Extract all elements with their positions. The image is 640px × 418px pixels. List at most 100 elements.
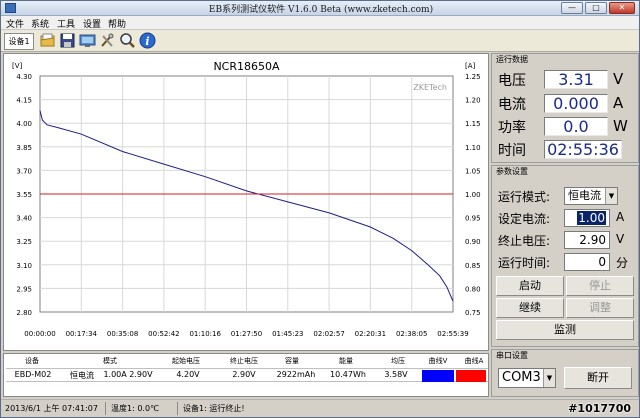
open-icon[interactable]	[39, 32, 56, 49]
menu-file[interactable]: 文件	[6, 17, 24, 30]
minimize-button[interactable]: —	[561, 2, 583, 14]
port-select[interactable]: COM3 ▼	[498, 368, 556, 388]
power-label: 功率	[498, 120, 526, 136]
monitor-button[interactable]: 监测	[496, 320, 634, 340]
set-current-value: 1.00	[577, 211, 606, 225]
voltage-label: 电压	[498, 73, 526, 89]
tools-icon[interactable]	[99, 32, 116, 49]
menu-settings[interactable]: 设置	[83, 17, 101, 30]
y-tick-label: 2.95	[16, 285, 32, 293]
table-cell: 10.47Wh	[330, 370, 366, 379]
y-tick-label: 2.80	[16, 309, 32, 317]
table-header: 起始电压	[172, 357, 200, 365]
close-button[interactable]: ✕	[609, 2, 635, 14]
y2-tick-label: 0.85	[465, 262, 481, 270]
x-tick-label: 02:55:39	[437, 330, 468, 338]
svg-text:i: i	[145, 35, 149, 48]
left-axis-unit: [V]	[12, 62, 23, 70]
menu-tools[interactable]: 工具	[57, 17, 75, 30]
x-tick-label: 02:02:57	[313, 330, 344, 338]
x-tick-label: 01:10:16	[189, 330, 221, 338]
zoom-icon[interactable]	[119, 32, 136, 49]
toolbar: 设备1 i	[1, 30, 639, 52]
x-tick-label: 01:27:50	[231, 330, 262, 338]
mode-select-value: 恒电流	[568, 189, 601, 202]
stop-voltage-label: 终止电压:	[498, 234, 551, 248]
status-temperature: 温度1: 0.0℃	[111, 404, 160, 413]
device-tab[interactable]: 设备1	[4, 33, 34, 50]
current-value: 0.000	[544, 94, 608, 113]
voltage-unit: V	[613, 70, 624, 88]
curve-v-swatch[interactable]	[422, 370, 454, 382]
start-button[interactable]: 启动	[496, 276, 564, 296]
chevron-down-icon[interactable]: ▼	[543, 369, 555, 387]
status-divider	[105, 402, 106, 415]
info-icon[interactable]: i	[139, 32, 156, 49]
serial-title: 串口设置	[496, 351, 528, 360]
table-header: 能量	[339, 357, 353, 365]
y-tick-label: 3.55	[16, 191, 32, 199]
current-label: 电流	[498, 97, 526, 113]
y-tick-label: 4.30	[16, 73, 32, 81]
port-select-value: COM3	[502, 370, 541, 385]
set-current-input[interactable]: 1.00	[564, 209, 610, 227]
y-tick-label: 3.85	[16, 144, 32, 152]
y2-tick-label: 1.00	[465, 191, 481, 199]
table-header: 曲线A	[464, 357, 484, 365]
table-cell: 恒电流	[70, 371, 94, 380]
maximize-button[interactable]: □	[585, 2, 607, 14]
continue-button[interactable]: 继续	[496, 298, 564, 318]
serial-group: 串口设置 COM3 ▼ 断开	[491, 349, 639, 397]
status-datetime: 2013/6/1 上午 07:41:07	[5, 404, 98, 413]
y2-tick-label: 1.20	[465, 97, 481, 105]
menu-help[interactable]: 帮助	[108, 17, 126, 30]
y2-tick-label: 1.15	[465, 120, 481, 128]
run-time-input[interactable]: 0	[564, 253, 610, 271]
voltage-value: 3.31	[544, 70, 608, 89]
x-tick-label: 00:52:42	[148, 330, 179, 338]
run-time-unit: 分	[616, 256, 629, 270]
save-icon[interactable]	[59, 32, 76, 49]
stop-button[interactable]: 停止	[566, 276, 634, 296]
watermark-text: #1017700	[568, 402, 631, 415]
table-cell: 3.58V	[384, 370, 408, 379]
x-tick-label: 00:35:08	[107, 330, 138, 338]
params-group: 参数设置 运行模式: 恒电流 ▼ 设定电流: 1.00 A 终止电压: 2.90…	[491, 165, 639, 347]
results-table: 设备 模式 起始电压 终止电压 容量 能量 均压 曲线V 曲线A EBD-M02…	[3, 353, 489, 397]
mode-select[interactable]: 恒电流 ▼	[564, 187, 618, 205]
table-header: 终止电压	[230, 357, 258, 365]
time-label: 时间	[498, 143, 526, 159]
y2-tick-label: 0.75	[465, 309, 481, 317]
y-tick-label: 4.15	[16, 97, 32, 105]
y2-tick-label: 1.10	[465, 144, 481, 152]
status-state: 设备1: 运行终止!	[183, 404, 245, 413]
chart-watermark: ZKETech	[413, 83, 447, 92]
table-header: 设备	[25, 357, 39, 365]
power-unit: W	[613, 117, 628, 135]
chart-panel: 4.30 1.25 4.15 1.20 4.00 1.15 3.85 1.10 3.70 1.05…	[3, 53, 489, 351]
x-tick-label: 01:45:23	[272, 330, 303, 338]
mode-label: 运行模式:	[498, 190, 551, 204]
run-data-title: 运行数据	[496, 55, 528, 64]
y-tick-label: 3.10	[16, 262, 32, 270]
y2-tick-label: 0.90	[465, 238, 481, 246]
stop-voltage-input[interactable]: 2.90	[564, 231, 610, 249]
adjust-button[interactable]: 调整	[566, 298, 634, 318]
stop-voltage-unit: V	[616, 232, 625, 246]
menu-system[interactable]: 系统	[31, 17, 49, 30]
curve-a-swatch[interactable]	[456, 370, 486, 382]
current-unit: A	[613, 94, 624, 112]
x-tick-label: 00:00:00	[24, 330, 55, 338]
x-tick-label: 02:20:31	[355, 330, 386, 338]
menu-bar: 文件 系统 工具 设置 帮助	[1, 16, 639, 30]
status-divider	[177, 402, 178, 415]
monitor-icon[interactable]	[79, 32, 96, 49]
y-tick-label: 4.00	[16, 120, 32, 128]
set-current-label: 设定电流:	[498, 212, 551, 226]
chevron-down-icon[interactable]: ▼	[605, 188, 617, 204]
table-header: 模式	[103, 357, 117, 365]
run-time-label: 运行时间:	[498, 256, 551, 270]
x-tick-label: 00:17:34	[66, 330, 98, 338]
disconnect-button[interactable]: 断开	[564, 367, 632, 389]
table-cell: EBD-M02	[14, 370, 52, 379]
